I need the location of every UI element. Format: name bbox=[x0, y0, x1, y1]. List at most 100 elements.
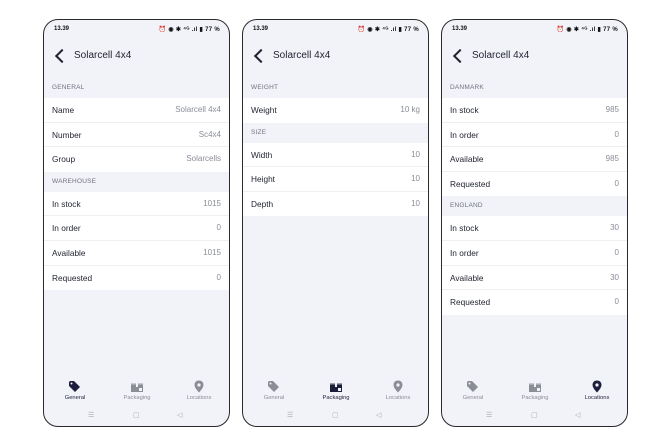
bottom-tab-bar: General Packaging Locations bbox=[442, 376, 627, 406]
row-label: Requested bbox=[450, 297, 491, 308]
system-navigation-bar: ☰ ▢ ◁ bbox=[442, 408, 627, 426]
detail-row: In order 0 bbox=[442, 241, 627, 266]
detail-row: Requested 0 bbox=[44, 266, 229, 291]
status-time: 13.39 bbox=[54, 26, 70, 32]
tab-general[interactable]: General bbox=[44, 376, 106, 406]
detail-row: Requested 0 bbox=[442, 290, 627, 315]
detail-content: WEIGHT Weight 10 kg SIZE Width 10 Height 10 Dept… bbox=[243, 78, 428, 217]
row-label: In stock bbox=[52, 198, 81, 209]
row-label: In order bbox=[52, 223, 81, 234]
status-time: 13.39 bbox=[452, 26, 468, 32]
header: Solarcell 4x4 bbox=[44, 42, 229, 70]
section-rows: Name Solarcell 4x4 Number Sc4x4 Group Solarce… bbox=[44, 98, 229, 172]
detail-row: Group Solarcells bbox=[44, 147, 229, 172]
section-header: SIZE bbox=[251, 128, 267, 136]
tab-label: General bbox=[64, 395, 86, 401]
tab-general[interactable]: General bbox=[442, 376, 504, 406]
detail-row: Width 10 bbox=[243, 143, 428, 168]
header: Solarcell 4x4 bbox=[442, 42, 627, 70]
recents-icon[interactable]: ☰ bbox=[486, 411, 492, 419]
phone-screen-locations: 13.39 ⏰ ◉ ✱ ⁴ᴳ .ıl ▮ 77 % Solarcell 4x4 DAN… bbox=[441, 19, 628, 427]
row-value: 10 kg bbox=[400, 105, 420, 114]
package-icon bbox=[528, 380, 542, 393]
tab-label: Locations bbox=[584, 395, 610, 401]
tab-locations[interactable]: Locations bbox=[367, 376, 428, 406]
row-value: 985 bbox=[605, 105, 619, 114]
detail-row: Weight 10 kg bbox=[243, 98, 428, 123]
system-navigation-bar: ☰ ▢ ◁ bbox=[44, 408, 229, 426]
recents-icon[interactable]: ☰ bbox=[287, 411, 293, 419]
status-bar: 13.39 ⏰ ◉ ✱ ⁴ᴳ .ıl ▮ 77 % bbox=[44, 20, 229, 38]
back-nav-icon[interactable]: ◁ bbox=[177, 411, 182, 419]
tag-icon bbox=[68, 380, 82, 393]
row-value: Solarcells bbox=[186, 154, 221, 164]
row-value: 0 bbox=[216, 223, 221, 233]
detail-row: In order 0 bbox=[442, 123, 627, 148]
tab-label: Locations bbox=[186, 395, 212, 401]
row-label: In stock bbox=[450, 223, 479, 234]
tab-label: Locations bbox=[385, 395, 411, 401]
bottom-tab-bar: General Packaging Locations bbox=[243, 376, 428, 406]
package-icon bbox=[130, 380, 144, 393]
row-value: 10 bbox=[411, 149, 420, 159]
home-icon[interactable]: ▢ bbox=[332, 411, 339, 419]
row-label: Available bbox=[52, 247, 86, 258]
section-header: ENGLAND bbox=[450, 202, 483, 210]
row-label: Name bbox=[52, 105, 75, 115]
section-rows: In stock 985 In order 0 Available 985 Requeste… bbox=[442, 98, 627, 197]
tab-packaging[interactable]: Packaging bbox=[305, 376, 367, 406]
row-value: 30 bbox=[610, 272, 619, 282]
row-label: Available bbox=[450, 272, 484, 283]
row-value: 10 bbox=[411, 174, 420, 184]
detail-content: GENERAL Name Solarcell 4x4 Number Sc4x4 Group… bbox=[44, 78, 229, 291]
row-value: Solarcell 4x4 bbox=[175, 105, 221, 114]
row-label: Group bbox=[52, 154, 76, 165]
tab-locations[interactable]: Locations bbox=[566, 376, 627, 406]
status-bar: 13.39 ⏰ ◉ ✱ ⁴ᴳ .ıl ▮ 77 % bbox=[243, 20, 428, 38]
back-nav-icon[interactable]: ◁ bbox=[575, 411, 580, 419]
row-label: Number bbox=[52, 129, 82, 140]
detail-row: In order 0 bbox=[44, 216, 229, 241]
tab-label: General bbox=[462, 395, 484, 401]
tab-label: General bbox=[263, 395, 285, 401]
status-time: 13.39 bbox=[253, 26, 269, 32]
tab-general[interactable]: General bbox=[243, 376, 305, 406]
section-rows: In stock 1015 In order 0 Available 1015 Reques… bbox=[44, 191, 229, 291]
section-header: WAREHOUSE bbox=[52, 177, 97, 185]
section-header: GENERAL bbox=[52, 84, 85, 91]
tab-packaging[interactable]: Packaging bbox=[504, 376, 566, 406]
row-label: Depth bbox=[251, 198, 274, 209]
status-icons: ⏰ ◉ ✱ ⁴ᴳ .ıl ▮ 77 % bbox=[357, 27, 419, 33]
detail-row: Number Sc4x4 bbox=[44, 123, 229, 148]
home-icon[interactable]: ▢ bbox=[133, 411, 140, 419]
tab-label: Packaging bbox=[521, 395, 549, 401]
back-arrow-icon[interactable] bbox=[452, 48, 464, 64]
back-arrow-icon[interactable] bbox=[54, 48, 66, 64]
row-value: 0 bbox=[614, 129, 619, 139]
back-arrow-icon[interactable] bbox=[253, 48, 265, 64]
row-value: 1015 bbox=[203, 198, 221, 208]
recents-icon[interactable]: ☰ bbox=[88, 411, 94, 419]
row-label: Available bbox=[450, 154, 484, 165]
row-label: Height bbox=[251, 174, 275, 185]
row-label: In order bbox=[450, 247, 479, 258]
tab-locations[interactable]: Locations bbox=[168, 376, 229, 406]
detail-row: Height 10 bbox=[243, 167, 428, 192]
detail-row: Available 985 bbox=[442, 147, 627, 172]
bottom-tab-bar: General Packaging Locations bbox=[44, 376, 229, 406]
row-label: Weight bbox=[251, 105, 277, 115]
home-icon[interactable]: ▢ bbox=[531, 411, 538, 419]
tab-label: Packaging bbox=[322, 395, 350, 401]
detail-row: Requested 0 bbox=[442, 172, 627, 197]
detail-row: Available 30 bbox=[442, 266, 627, 291]
row-value: 0 bbox=[614, 297, 619, 307]
tab-label: Packaging bbox=[123, 395, 151, 401]
phone-screen-general: 13.39 ⏰ ◉ ✱ ⁴ᴳ .ıl ▮ 77 % Solarcell 4x4 GEN… bbox=[43, 19, 230, 427]
system-navigation-bar: ☰ ▢ ◁ bbox=[243, 408, 428, 426]
page-title: Solarcell 4x4 bbox=[273, 50, 331, 61]
detail-row: In stock 1015 bbox=[44, 192, 229, 217]
back-nav-icon[interactable]: ◁ bbox=[376, 411, 381, 419]
tab-packaging[interactable]: Packaging bbox=[106, 376, 168, 406]
section-rows: In stock 30 In order 0 Available 30 Requested 0 bbox=[442, 216, 627, 315]
row-value: Sc4x4 bbox=[198, 129, 221, 139]
